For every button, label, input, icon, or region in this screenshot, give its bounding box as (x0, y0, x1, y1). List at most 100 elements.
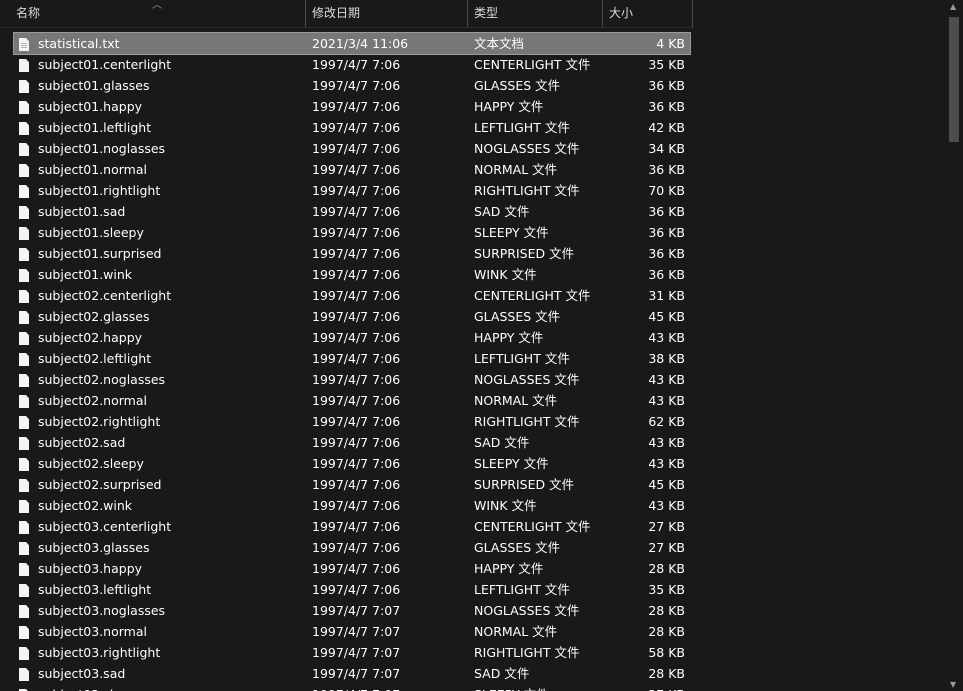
file-modified-date: 1997/4/7 7:06 (312, 99, 401, 114)
file-icon (19, 332, 29, 345)
file-row[interactable]: subject01.sleepy 1997/4/7 7:06 SLEEPY 文件 36… (14, 222, 690, 243)
file-name: subject01.happy (38, 99, 143, 114)
file-modified-date: 1997/4/7 7:06 (312, 225, 401, 240)
file-icon (19, 647, 29, 660)
file-row[interactable]: subject01.centerlight 1997/4/7 7:06 CENTER… (14, 54, 690, 75)
column-header-type[interactable]: 类型 (468, 0, 602, 27)
file-icon (19, 437, 29, 450)
file-type: HAPPY 文件 (474, 330, 544, 345)
file-icon (19, 416, 29, 429)
file-icon-cell (19, 180, 33, 201)
file-size: 28 KB (648, 624, 685, 639)
file-row[interactable]: subject01.normal 1997/4/7 7:06 NORMAL 文件 36… (14, 159, 690, 180)
column-divider[interactable] (692, 0, 693, 27)
file-row[interactable]: subject02.sleepy 1997/4/7 7:06 SLEEPY 文件 43… (14, 453, 690, 474)
file-row[interactable]: subject02.glasses 1997/4/7 7:06 GLASSES 文件… (14, 306, 690, 327)
file-name: statistical.txt (38, 36, 120, 51)
scroll-down-arrow-icon[interactable]: ▼ (950, 680, 956, 689)
file-modified-date: 1997/4/7 7:06 (312, 435, 401, 450)
file-type: GLASSES 文件 (474, 309, 561, 324)
file-type: GLASSES 文件 (474, 78, 561, 93)
file-name: subject01.leftlight (38, 120, 152, 135)
file-name: subject02.happy (38, 330, 143, 345)
file-icon-cell (19, 642, 33, 663)
file-icon (19, 374, 29, 387)
file-row[interactable]: subject03.sleepy 1997/4/7 7:07SLEEPY 文件27… (14, 684, 690, 691)
file-name: subject01.normal (38, 162, 147, 177)
file-modified-date: 1997/4/7 7:06 (312, 414, 401, 429)
file-row[interactable]: statistical.txt 2021/3/4 11:06 文本文档 4 KB (13, 32, 691, 55)
file-icon (19, 395, 29, 408)
file-modified-date: 1997/4/7 7:06 (312, 456, 401, 471)
file-row[interactable]: subject01.noglasses 1997/4/7 7:06 NOGLASSE… (14, 138, 690, 159)
file-name: subject01.noglasses (38, 141, 166, 156)
file-row[interactable]: subject03.centerlight 1997/4/7 7:06 CENTER… (14, 516, 690, 537)
file-modified-date: 1997/4/7 7:06 (312, 477, 401, 492)
file-icon-cell (19, 117, 33, 138)
file-row[interactable]: subject01.rightlight 1997/4/7 7:06 RIGHTLI… (14, 180, 690, 201)
file-row[interactable]: subject02.rightlight 1997/4/7 7:06 RIGHTLI… (14, 411, 690, 432)
file-type: RIGHTLIGHT 文件 (474, 645, 580, 660)
file-modified-date: 1997/4/7 7:06 (312, 309, 401, 324)
file-modified-date: 1997/4/7 7:06 (312, 141, 401, 156)
file-icon (19, 206, 29, 219)
file-row[interactable]: subject03.glasses 1997/4/7 7:06 GLASSES 文件… (14, 537, 690, 558)
file-name: subject03.centerlight (38, 519, 172, 534)
file-row[interactable]: subject02.wink 1997/4/7 7:06 WINK 文件 43 KB (14, 495, 690, 516)
file-modified-date: 1997/4/7 7:06 (312, 246, 401, 261)
file-icon-cell (19, 327, 33, 348)
file-row[interactable]: subject01.happy 1997/4/7 7:06 HAPPY 文件 36 K… (14, 96, 690, 117)
file-icon (19, 353, 29, 366)
file-row[interactable]: subject02.leftlight 1997/4/7 7:06 LEFTLIGH… (14, 348, 690, 369)
column-header-date[interactable]: 修改日期 (306, 0, 467, 27)
file-row[interactable]: subject03.sad 1997/4/7 7:07 SAD 文件 28 KB (14, 663, 690, 684)
file-modified-date: 1997/4/7 7:06 (312, 582, 401, 597)
file-row[interactable]: subject02.sad 1997/4/7 7:06 SAD 文件 43 KB (14, 432, 690, 453)
file-row[interactable]: subject03.normal 1997/4/7 7:07 NORMAL 文件 28… (14, 621, 690, 642)
scroll-up-arrow-icon[interactable]: ▲ (950, 2, 956, 11)
file-row[interactable]: subject02.normal 1997/4/7 7:06 NORMAL 文件 43… (14, 390, 690, 411)
file-icon (19, 122, 29, 135)
file-name: subject01.sad (38, 204, 126, 219)
file-size: 36 KB (648, 225, 685, 240)
file-row[interactable]: subject03.leftlight 1997/4/7 7:06 LEFTLIGH… (14, 579, 690, 600)
file-size: 34 KB (648, 141, 685, 156)
file-size: 38 KB (648, 351, 685, 366)
file-type: CENTERLIGHT 文件 (474, 288, 591, 303)
file-size: 62 KB (648, 414, 685, 429)
file-icon (19, 290, 29, 303)
column-header-name[interactable]: 名称 (10, 0, 305, 27)
file-row[interactable]: subject02.centerlight 1997/4/7 7:06 CENTER… (14, 285, 690, 306)
file-row[interactable]: subject02.noglasses 1997/4/7 7:06 NOGLASSE… (14, 369, 690, 390)
file-row[interactable]: subject03.noglasses 1997/4/7 7:07 NOGLASSE… (14, 600, 690, 621)
file-row[interactable]: subject03.happy 1997/4/7 7:06 HAPPY 文件 28 K… (14, 558, 690, 579)
file-name: subject01.rightlight (38, 183, 161, 198)
file-name: subject03.leftlight (38, 582, 152, 597)
file-icon (19, 185, 29, 198)
file-row[interactable]: subject01.glasses 1997/4/7 7:06 GLASSES 文件… (14, 75, 690, 96)
file-size: 36 KB (648, 162, 685, 177)
file-row[interactable]: subject01.surprised 1997/4/7 7:06 SURPRISE… (14, 243, 690, 264)
file-row[interactable]: subject03.rightlight 1997/4/7 7:07 RIGHTLI… (14, 642, 690, 663)
file-icon-cell (19, 306, 33, 327)
file-modified-date: 1997/4/7 7:07 (312, 666, 401, 681)
vertical-scrollbar[interactable]: ▲ ▼ (946, 0, 963, 691)
scrollbar-thumb[interactable] (949, 17, 959, 142)
file-type: RIGHTLIGHT 文件 (474, 414, 580, 429)
file-row[interactable]: subject01.leftlight 1997/4/7 7:06 LEFTLIGH… (14, 117, 690, 138)
file-row[interactable]: subject02.surprised 1997/4/7 7:06 SURPRISE… (14, 474, 690, 495)
file-icon-cell (19, 516, 33, 537)
file-name: subject03.glasses (38, 540, 150, 555)
file-row[interactable]: subject01.wink 1997/4/7 7:06 WINK 文件 36 KB (14, 264, 690, 285)
file-row[interactable]: subject01.sad 1997/4/7 7:06 SAD 文件 36 KB (14, 201, 690, 222)
file-icon (19, 521, 29, 534)
file-icon-cell (19, 33, 33, 54)
file-name: subject02.wink (38, 498, 133, 513)
file-row[interactable]: subject02.happy 1997/4/7 7:06 HAPPY 文件 43 K… (14, 327, 690, 348)
file-modified-date: 1997/4/7 7:06 (312, 78, 401, 93)
column-header-size[interactable]: 大小 (603, 0, 692, 27)
file-icon-cell (19, 264, 33, 285)
file-icon-cell (19, 159, 33, 180)
file-name: subject02.rightlight (38, 414, 161, 429)
file-icon (19, 542, 29, 555)
